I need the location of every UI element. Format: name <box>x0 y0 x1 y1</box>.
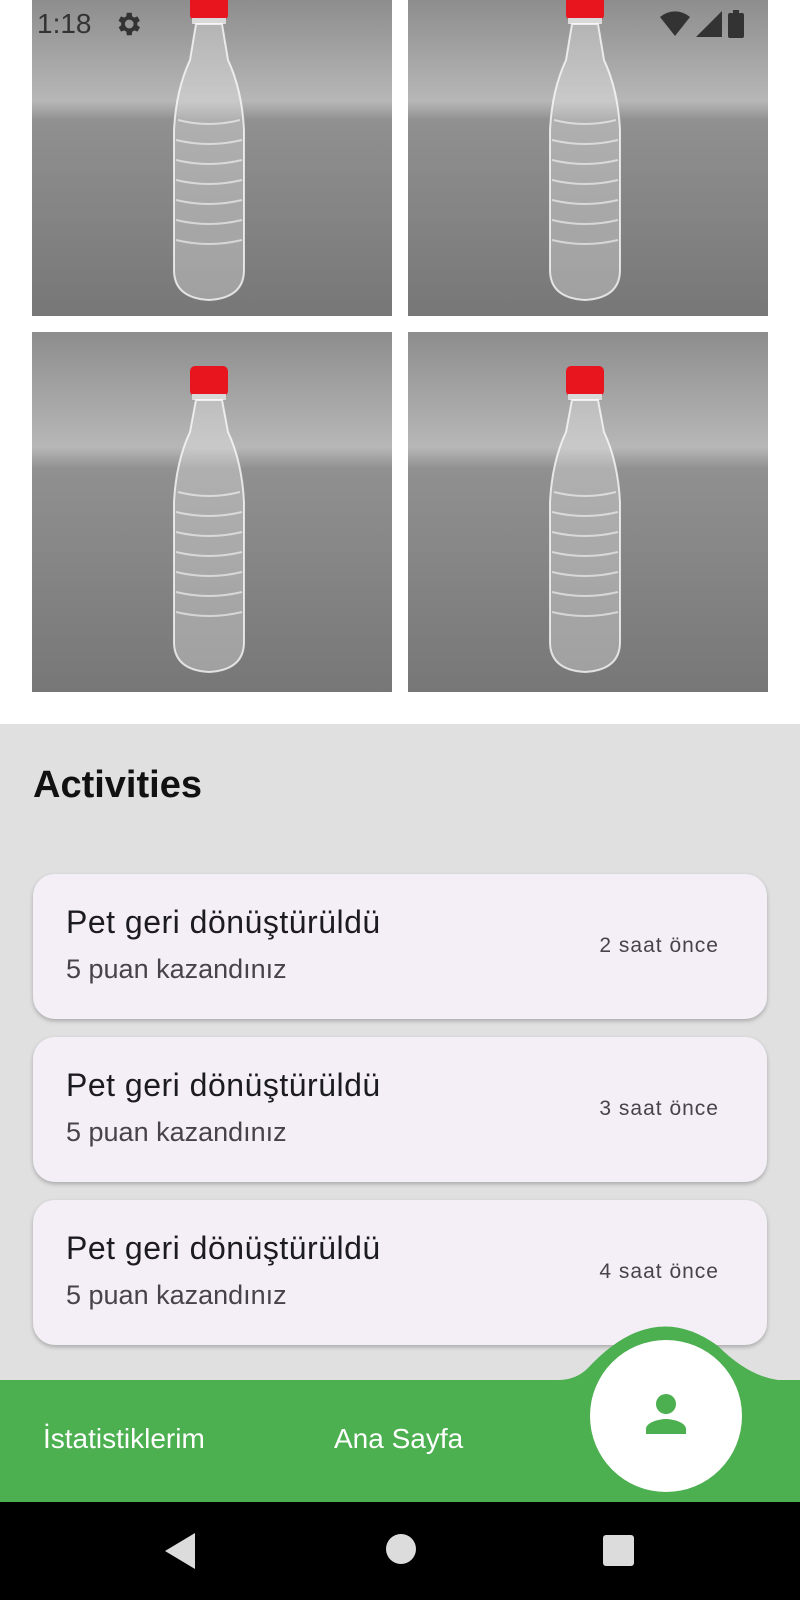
system-navigation-bar <box>0 1502 800 1600</box>
pet-bottle-image[interactable] <box>408 332 768 692</box>
activity-subtitle: 5 puan kazandınız <box>66 954 287 984</box>
product-gallery <box>32 0 768 692</box>
back-icon[interactable] <box>165 1533 195 1574</box>
status-time: 1:18 <box>37 8 92 39</box>
activities-title: Activities <box>33 764 202 806</box>
home-circle-icon[interactable] <box>385 1533 417 1570</box>
activity-time: 3 saat önce <box>599 1097 719 1120</box>
activity-time: 2 saat önce <box>599 934 719 957</box>
pet-bottle-image[interactable] <box>32 332 392 692</box>
activity-card[interactable]: Pet geri dönüştürüldü 5 puan kazandınız … <box>33 874 767 1019</box>
activity-card[interactable]: Pet geri dönüştürüldü 5 puan kazandınız … <box>33 1037 767 1182</box>
activity-subtitle: 5 puan kazandınız <box>66 1117 287 1147</box>
settings-gear-icon <box>113 9 143 39</box>
wifi-icon <box>660 11 690 42</box>
activity-title: Pet geri dönüştürüldü <box>66 1230 381 1266</box>
cell-signal-icon <box>696 11 722 42</box>
activities-section: Activities Pet geri dönüştürüldü 5 puan … <box>0 724 800 1380</box>
activity-time: 4 saat önce <box>599 1260 719 1283</box>
recents-square-icon[interactable] <box>603 1535 634 1571</box>
status-bar: 1:18 <box>0 0 800 48</box>
nav-item-home[interactable]: Ana Sayfa <box>334 1423 463 1455</box>
activity-title: Pet geri dönüştürüldü <box>66 1067 381 1103</box>
battery-icon <box>728 10 744 43</box>
profile-button[interactable] <box>590 1340 742 1492</box>
person-icon <box>636 1384 696 1449</box>
activity-subtitle: 5 puan kazandınız <box>66 1280 287 1310</box>
activity-title: Pet geri dönüştürüldü <box>66 904 381 940</box>
nav-item-statistics[interactable]: İstatistiklerim <box>43 1423 205 1455</box>
